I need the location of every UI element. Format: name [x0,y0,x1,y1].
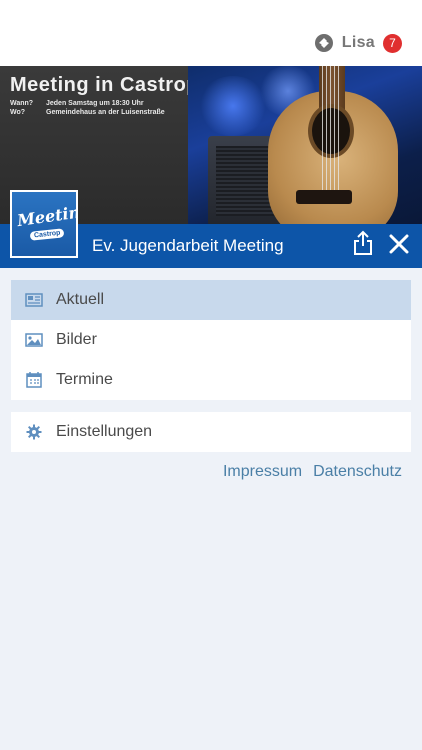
share-icon[interactable] [352,230,374,261]
image-icon [25,332,43,348]
menu-item-einstellungen[interactable]: Einstellungen [11,412,411,452]
logo-word: Meeting [16,200,76,231]
menu-label: Aktuell [56,291,105,308]
banner-info-when: Wann? Jeden Samstag um 18:30 Uhr [10,100,144,107]
notification-badge[interactable]: 7 [383,33,402,53]
group-logo: Meeting Castrop [10,190,78,258]
datenschutz-link[interactable]: Datenschutz [313,463,402,481]
menu-item-bilder[interactable]: Bilder [11,320,411,360]
menu-label: Einstellungen [56,423,153,440]
impressum-link[interactable]: Impressum [223,463,302,481]
footer-links: Impressum Datenschutz [223,463,402,481]
menu-item-termine[interactable]: Termine [11,360,411,400]
group-title: Ev. Jugendarbeit Meeting [92,236,284,255]
close-icon[interactable] [389,234,409,259]
menu-label: Termine [56,371,113,388]
banner-title: Meeting in Castrop [10,74,200,96]
share-button[interactable] [350,230,376,260]
guitar-photo [188,66,422,224]
menu-item-aktuell[interactable]: Aktuell [11,280,411,320]
logo-sub: Castrop [29,228,65,241]
top-bar: Lisa 7 [0,0,422,66]
banner-info-where: Wo? Gemeindehaus an der Luisenstraße [10,109,165,116]
main-menu: Aktuell Bilder Termine [11,280,411,400]
menu-label: Bilder [56,331,97,348]
calendar-icon [25,372,43,388]
newspaper-icon [25,292,43,308]
user-area[interactable]: Lisa 7 [314,33,402,53]
user-switch-icon[interactable] [314,33,334,53]
gear-icon [25,424,43,440]
close-button[interactable] [386,233,412,259]
user-name[interactable]: Lisa [342,34,375,52]
settings-menu: Einstellungen [11,412,411,452]
